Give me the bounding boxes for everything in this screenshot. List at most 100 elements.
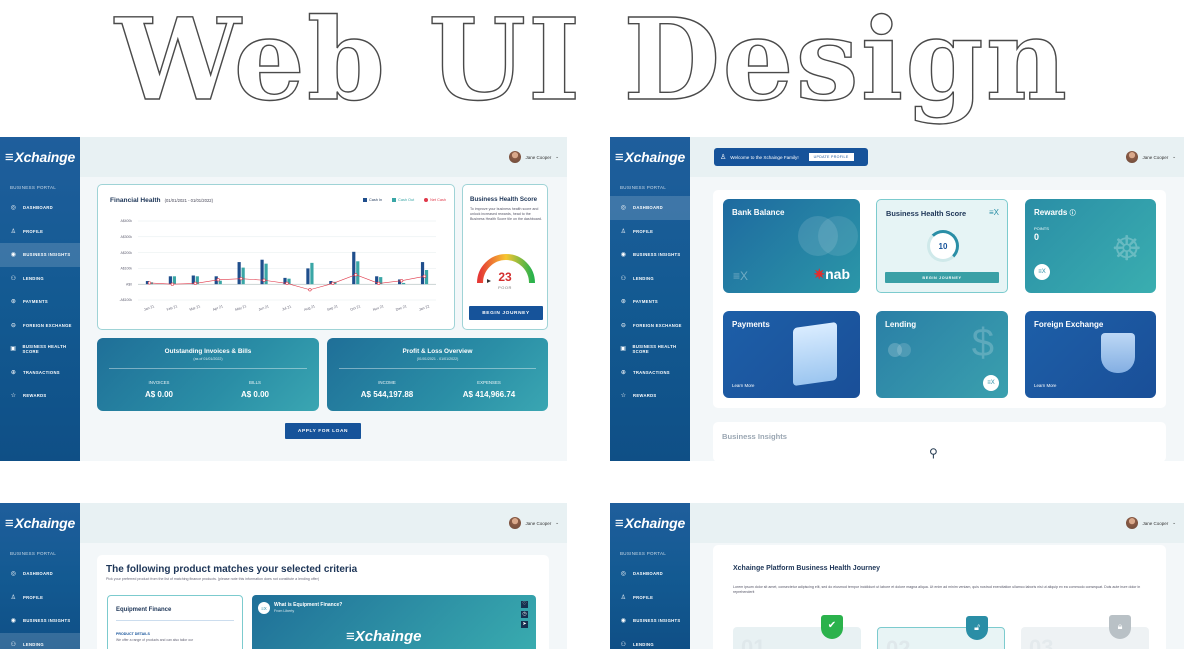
sidebar-item-transactions[interactable]: ⊕ TRANSACTIONS [610,361,690,385]
help-icon: ⓘ [1069,211,1076,217]
sidebar-item-rewards[interactable]: ☆ REWARDS [610,384,690,408]
user-menu[interactable]: Jane Cooper ⌄ [509,151,559,163]
sidebar-item-lending[interactable]: ⚇ LENDING [0,267,80,291]
chevron-down-icon: ⌄ [555,154,559,159]
sidebar-item-business-health-score[interactable]: ▣ BUSINESS HEALTH SCORE [610,337,690,361]
lending-icon: ⚇ [10,275,17,282]
x-tick-label: Jan 21 [143,304,155,311]
sidebar-item-business-insights[interactable]: ◉ BUSINESS INSIGHTS [610,609,690,633]
sidebar-item-foreign-exchange[interactable]: ⊖ FOREIGN EXCHANGE [610,314,690,338]
dashboard-icon: ◎ [10,205,17,212]
sidebar-item-profile[interactable]: ♙ PROFILE [0,220,80,244]
logo: ≡ Xchainge [614,514,686,532]
user-menu[interactable]: Jane Cooper ⌄ [1126,517,1176,529]
sidebar-item-business-insights[interactable]: ◉ BUSINESS INSIGHTS [0,243,80,267]
top-bar: Jane Cooper ⌄ [80,137,567,177]
lending-icon: ⚇ [620,641,627,648]
sidebar-item-dashboard[interactable]: ◎ DASHBOARD [610,562,690,586]
xchainge-icon: ≡X [988,208,999,217]
lending-icon: ⚇ [10,641,17,648]
profile-icon: ♙ [620,594,627,601]
sidebar-item-payments[interactable]: ⊛ PAYMENTS [610,290,690,314]
portal-label: BUSINESS PORTAL [10,185,57,190]
business-health-score-tile[interactable]: Business Health Score ≡X 10 BEGIN JOURNE… [876,199,1008,293]
update-profile-button[interactable]: UPDATE PROFILE [808,153,854,161]
video-card[interactable]: ≡X What is Equipment Finance? From Liber… [252,595,536,649]
net-cash-point [331,281,335,286]
sidebar-item-profile[interactable]: ♙ PROFILE [610,586,690,610]
y-tick-label: A$100k [121,267,133,271]
logo: ≡ Xchainge [4,148,76,166]
top-bar: Jane Cooper ⌄ [80,503,567,543]
lending-tile[interactable]: Lending $ ≡X [876,311,1008,398]
fx-learn-more[interactable]: Learn More [1034,383,1056,388]
chevron-down-icon: ⌄ [1172,520,1176,525]
bar-cash-in [306,268,310,285]
journey-step-3[interactable]: 03 🔒︎ [1021,615,1149,649]
welcome-banner: ♙ Welcome to the Xchainge Family! UPDATE … [714,148,868,166]
sidebar: ≡ Xchainge BUSINESS PORTAL ◎ DASHBOARD ♙ PR… [0,503,80,649]
bar-cash-out [241,267,245,285]
video-logo: ≡Xchainge [346,628,422,645]
avatar [509,517,522,529]
dashboard-icon: ◎ [10,571,17,578]
foreign-exchange-tile[interactable]: Foreign Exchange Learn More [1025,311,1156,398]
sidebar-item-transactions[interactable]: ⊕ TRANSACTIONS [0,361,80,385]
bar-cash-out [310,262,314,285]
sidebar-item-profile[interactable]: ♙ PROFILE [610,220,690,244]
sidebar-item-business-health-score[interactable]: ▣ BUSINESS HEALTH SCORE [0,337,80,361]
xchainge-logo-icon: ≡ [614,148,624,166]
product-card[interactable]: Equipment Finance PRODUCT DETAILS We off… [107,595,243,649]
y-tick-label: A$200k [121,251,133,255]
sidebar-item-rewards[interactable]: ☆ REWARDS [0,384,80,408]
sidebar-item-business-insights[interactable]: ◉ BUSINESS INSIGHTS [610,243,690,267]
sidebar-item-profile[interactable]: ♙ PROFILE [0,586,80,610]
insights-icon: ◉ [10,252,17,259]
exchange-icon: ⊖ [620,322,627,329]
score-label: POOR [498,285,512,290]
rewards-tile[interactable]: Rewards ⓘ POINTS 0 ☸ ≡X [1025,199,1156,293]
sidebar-item-foreign-exchange[interactable]: ⊖ FOREIGN EXCHANGE [0,314,80,338]
sidebar-item-payments[interactable]: ⊛ PAYMENTS [0,290,80,314]
hero-banner: Web UI Design [0,0,1184,130]
journey-step-2[interactable]: 02 🔓︎ [877,616,1005,649]
sidebar-item-lending[interactable]: ⚇ LENDING [0,632,80,649]
sidebar-item-business-insights[interactable]: ◉ BUSINESS INSIGHTS [0,609,80,633]
net-cash-point [239,277,243,281]
sidebar-item-lending[interactable]: ⚇ LENDING [610,267,690,291]
dashboard-icon: ◎ [620,571,627,578]
user-menu[interactable]: Jane Cooper ⌄ [1126,151,1176,163]
journey-step-1[interactable]: 01 ✔ [733,615,861,649]
x-tick-label: Sep 21 [326,304,338,312]
begin-journey-button[interactable]: BEGIN JOURNEY [885,272,999,283]
payments-icon: ⊛ [10,299,17,306]
bank-balance-tile[interactable]: Bank Balance ≡X ✷nab [723,199,860,293]
xchainge-logo-icon: ≡ [4,148,14,166]
screen-lending-product: ≡ Xchainge BUSINESS PORTAL ◎ DASHBOARD ♙ PR… [0,503,567,649]
bar-cash-out [356,261,360,285]
portal-label: BUSINESS PORTAL [10,551,57,556]
payments-learn-more[interactable]: Learn More [732,383,754,388]
expenses-value: A$ 414,966.74 [462,390,516,399]
profit-loss-card: Profit & Loss Overview (01/01/2021 - 01/… [327,338,548,411]
net-cash-point [377,281,381,286]
net-cash-point [308,288,312,292]
heart-icon[interactable]: ♡ [521,601,528,608]
xchainge-logo-icon: ≡ [614,514,624,532]
payments-tile[interactable]: Payments Learn More [723,311,860,398]
portal-label: BUSINESS PORTAL [620,185,667,190]
sidebar-item-dashboard[interactable]: ◎ DASHBOARD [0,562,80,586]
bar-cash-out [218,280,222,285]
net-cash-point [400,279,404,283]
sidebar: ≡ Xchainge BUSINESS PORTAL ◎ DASHBOARD ♙ PR… [610,137,690,461]
sidebar-item-lending[interactable]: ⚇ LENDING [610,633,690,649]
sidebar-item-dashboard[interactable]: ◎ DASHBOARD [0,196,80,220]
sidebar-item-dashboard[interactable]: ◎ DASHBOARD [610,196,690,220]
begin-journey-button[interactable]: BEGIN JOURNEY [469,306,543,320]
profile-icon: ♙ [10,594,17,601]
screen-business-insights: ≡ Xchainge BUSINESS PORTAL ◎ DASHBOARD ♙ PR… [0,137,567,461]
apply-for-loan-button[interactable]: APPLY FOR LOAN [285,423,361,439]
share-icon[interactable]: ➤ [521,621,528,628]
user-menu[interactable]: Jane Cooper ⌄ [509,517,559,529]
clock-icon[interactable]: ◷ [521,611,528,618]
